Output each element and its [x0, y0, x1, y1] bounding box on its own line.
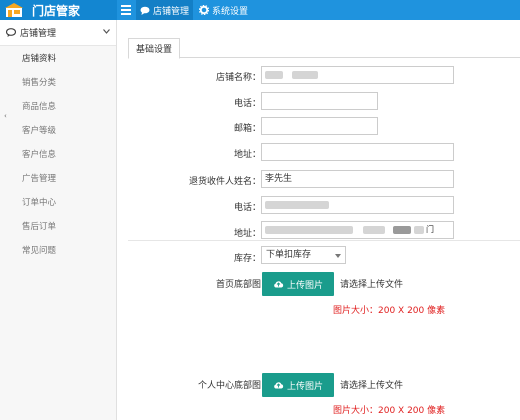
store-name-label: 店铺名称： [215, 73, 261, 83]
cloud-upload-icon [274, 281, 284, 288]
phone-input[interactable] [261, 92, 378, 110]
profile-footer-image-label: 个人中心底部图 [197, 381, 261, 391]
chevron-down-icon [103, 29, 110, 34]
sidebar-item-after-sale-orders[interactable]: 售后订单 [0, 214, 116, 238]
upload-button-label: 上传图片 [286, 280, 323, 291]
sidebar-item-label: 客户等级 [22, 126, 57, 136]
nav-tab-label: 店铺管理 [153, 6, 190, 17]
main-content: 基础设置 店铺名称： 电话： 邮箱： 地址： 退货收件人姓名： 李先生 电话： … [121, 20, 520, 420]
store-logo-icon [0, 0, 28, 20]
nav-tab-system-settings[interactable]: 系统设置 [199, 0, 248, 20]
sidebar-item-label: 客户信息 [22, 150, 57, 160]
top-bar: 门店管家 店铺管理 系统设置 [0, 0, 520, 20]
address-label: 地址： [233, 150, 261, 160]
sidebar-section-title: 店铺管理 [20, 29, 57, 39]
profile-footer-upload-hint: 请选择上传文件 [340, 381, 404, 391]
home-footer-upload-button[interactable]: 上传图片 [262, 272, 334, 296]
stock-label: 库存： [233, 254, 261, 264]
sidebar-item-label: 广告管理 [22, 174, 57, 184]
tab-basic-settings[interactable]: 基础设置 [128, 38, 180, 59]
return-address-input[interactable]: 门 [261, 221, 454, 239]
return-phone-input[interactable] [261, 196, 454, 214]
sidebar-item-store-profile[interactable]: 店铺资料 [0, 46, 116, 70]
sidebar-item-product-info[interactable]: 商品信息 [0, 94, 116, 118]
sidebar-item-label: 售后订单 [22, 222, 57, 232]
store-name-input[interactable] [261, 66, 454, 84]
email-input[interactable] [261, 117, 378, 135]
chat-icon [140, 6, 150, 15]
return-address-label: 地址： [233, 229, 261, 239]
email-label: 邮箱： [233, 124, 261, 134]
profile-footer-size-note: 图片大小：200 X 200 像素 [333, 406, 446, 416]
return-phone-label: 电话： [233, 203, 261, 213]
sidebar-item-ad-management[interactable]: 广告管理 [0, 166, 116, 190]
logo-area: 门店管家 [0, 0, 117, 20]
sidebar-item-customer-level[interactable]: 客户等级 [0, 118, 116, 142]
address-tail-text: 门 [426, 225, 434, 234]
caret-down-icon [335, 254, 341, 258]
return-name-input[interactable]: 李先生 [261, 170, 454, 188]
sidebar-item-label: 常见问题 [22, 246, 57, 256]
phone-label: 电话： [233, 99, 261, 109]
home-footer-image-label: 首页底部图 [215, 280, 261, 290]
sidebar-item-faq[interactable]: 常见问题 [0, 238, 116, 262]
home-footer-size-note: 图片大小：200 X 200 像素 [333, 306, 446, 316]
sidebar-section-header[interactable]: 店铺管理 [0, 20, 116, 46]
cloud-upload-icon [274, 382, 284, 389]
sidebar: 店铺管理 店铺资料 销售分类 商品信息 客户等级 客户信息 广告管理 订单中心 … [0, 20, 117, 420]
sidebar-item-customer-info[interactable]: 客户信息 [0, 142, 116, 166]
sidebar-item-label: 销售分类 [22, 78, 57, 88]
menu-toggle-icon[interactable] [121, 3, 131, 17]
nav-tab-label: 系统设置 [212, 6, 249, 17]
sidebar-item-label: 店铺资料 [22, 54, 57, 64]
gear-icon [199, 5, 209, 15]
form-divider [128, 240, 520, 241]
stock-select[interactable]: 下单扣库存 [261, 246, 346, 264]
sidebar-item-sales-category[interactable]: 销售分类 [0, 70, 116, 94]
collapse-arrow-icon[interactable]: ‹ [4, 112, 7, 120]
upload-button-label: 上传图片 [286, 381, 323, 392]
return-name-label: 退货收件人姓名： [188, 177, 261, 187]
stock-select-value: 下单扣库存 [266, 250, 312, 260]
app-title: 门店管家 [32, 3, 81, 18]
nav-tab-store-management[interactable]: 店铺管理 [136, 0, 194, 20]
tab-bar: 基础设置 [128, 38, 520, 59]
sidebar-item-order-center[interactable]: 订单中心 [0, 190, 116, 214]
chat-icon [6, 28, 16, 37]
home-footer-upload-hint: 请选择上传文件 [340, 280, 404, 290]
sidebar-item-label: 商品信息 [22, 102, 57, 112]
address-input[interactable] [261, 143, 454, 161]
profile-footer-upload-button[interactable]: 上传图片 [262, 373, 334, 397]
sidebar-item-label: 订单中心 [22, 198, 57, 208]
